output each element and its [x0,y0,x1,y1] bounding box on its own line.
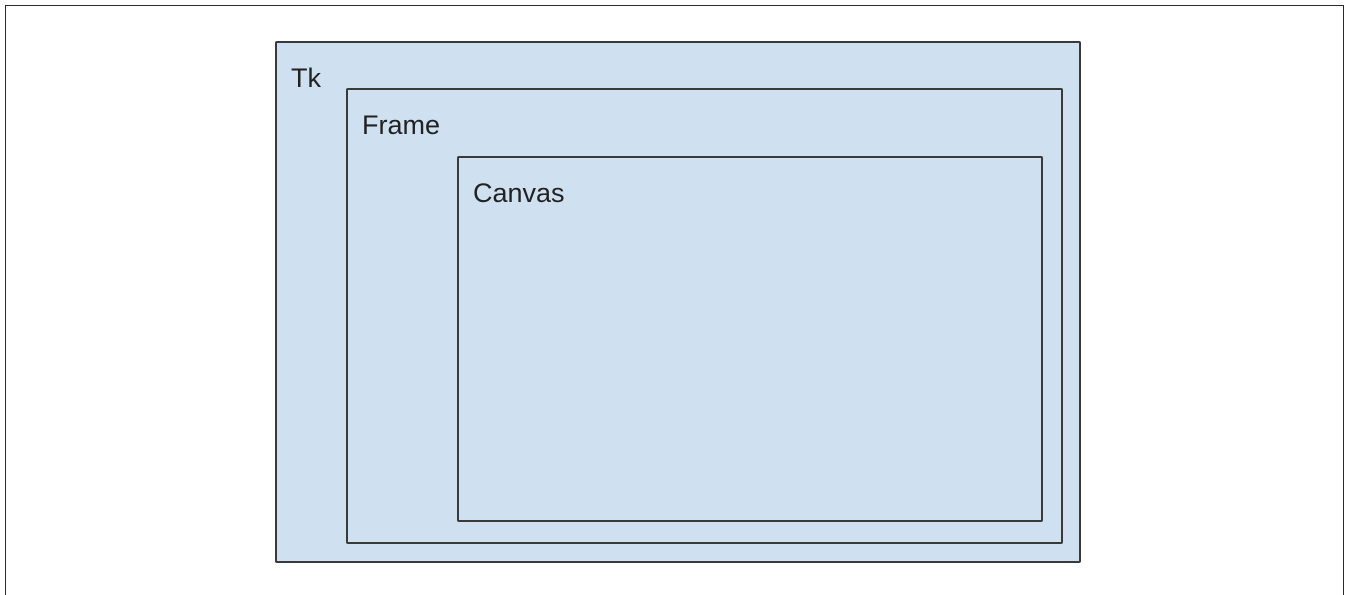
tk-label: Tk [291,63,321,93]
canvas-container: Canvas [457,156,1043,522]
frame-label: Frame [362,110,441,140]
canvas-label: Canvas [473,178,565,208]
